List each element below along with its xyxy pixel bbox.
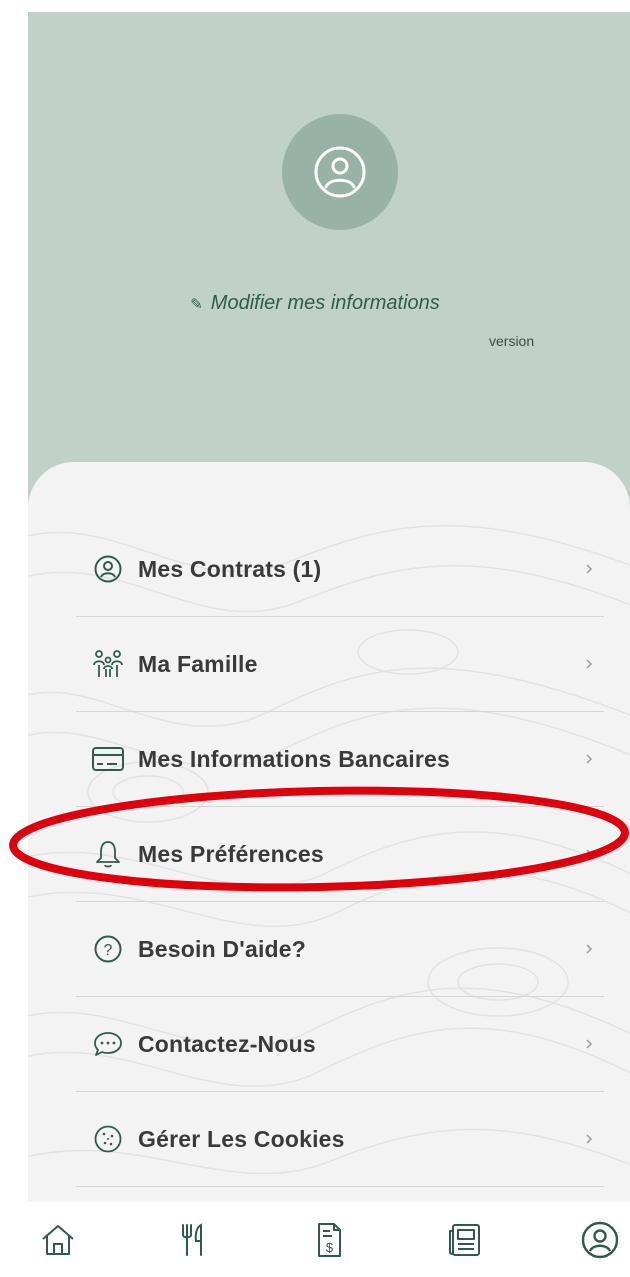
menu-item-label: Besoin D'aide? xyxy=(138,935,307,962)
menu-item-bank-info[interactable]: Mes Informations Bancaires xyxy=(76,712,604,807)
family-icon xyxy=(90,646,126,682)
menu-item-contracts[interactable]: Mes Contrats (1) xyxy=(76,522,604,617)
chevron-right-icon xyxy=(586,849,593,859)
menu-item-label: Gérer Les Cookies xyxy=(138,1125,345,1152)
edit-profile-link[interactable]: ✎ Modifier mes informations xyxy=(0,292,630,315)
bottom-nav: $ xyxy=(28,1202,630,1277)
menu-item-cookies[interactable]: Gérer Les Cookies xyxy=(76,1092,604,1187)
restaurant-icon xyxy=(181,1222,202,1256)
menu-item-help[interactable]: ? Besoin D'aide? xyxy=(76,902,604,997)
invoice-icon: $ xyxy=(318,1222,341,1257)
menu-item-label: Mes Informations Bancaires xyxy=(138,745,450,772)
menu-item-contact[interactable]: Contactez-Nous xyxy=(76,997,604,1092)
cookie-icon xyxy=(90,1121,126,1157)
user-avatar-icon xyxy=(314,146,366,198)
profile-menu: Mes Contrats (1) Ma Famille Mes Informat… xyxy=(76,522,604,1187)
user-circle-icon xyxy=(90,551,126,587)
menu-item-preferences[interactable]: Mes Préférences xyxy=(76,807,604,902)
chevron-right-icon xyxy=(586,564,593,574)
svg-text:?: ? xyxy=(104,942,113,959)
profile-icon xyxy=(581,1221,619,1258)
credit-card-icon xyxy=(90,741,126,777)
help-circle-icon: ? xyxy=(90,931,126,967)
menu-panel: Mes Contrats (1) Ma Famille Mes Informat… xyxy=(28,462,630,1202)
nav-news[interactable] xyxy=(435,1210,495,1270)
news-icon xyxy=(448,1223,480,1256)
pencil-icon: ✎ xyxy=(190,295,203,313)
avatar[interactable] xyxy=(282,114,398,230)
menu-item-label: Ma Famille xyxy=(138,650,258,677)
chevron-right-icon xyxy=(586,754,593,764)
nav-invoice[interactable]: $ xyxy=(299,1210,359,1270)
chevron-right-icon xyxy=(586,1134,593,1144)
chevron-right-icon xyxy=(586,944,593,954)
nav-restaurant[interactable] xyxy=(164,1210,224,1270)
menu-item-family[interactable]: Ma Famille xyxy=(76,617,604,712)
nav-home[interactable] xyxy=(28,1210,88,1270)
chevron-right-icon xyxy=(586,1039,593,1049)
svg-text:$: $ xyxy=(326,1240,334,1255)
menu-item-label: Mes Préférences xyxy=(138,840,324,867)
menu-item-label: Contactez-Nous xyxy=(138,1030,316,1057)
chevron-right-icon xyxy=(586,659,593,669)
chat-bubble-icon xyxy=(90,1026,126,1062)
bell-icon xyxy=(90,836,126,872)
nav-profile[interactable] xyxy=(570,1210,630,1270)
menu-item-label: Mes Contrats (1) xyxy=(138,555,322,582)
version-label: version xyxy=(489,333,535,349)
home-icon xyxy=(42,1224,74,1255)
edit-profile-label: Modifier mes informations xyxy=(210,292,440,314)
